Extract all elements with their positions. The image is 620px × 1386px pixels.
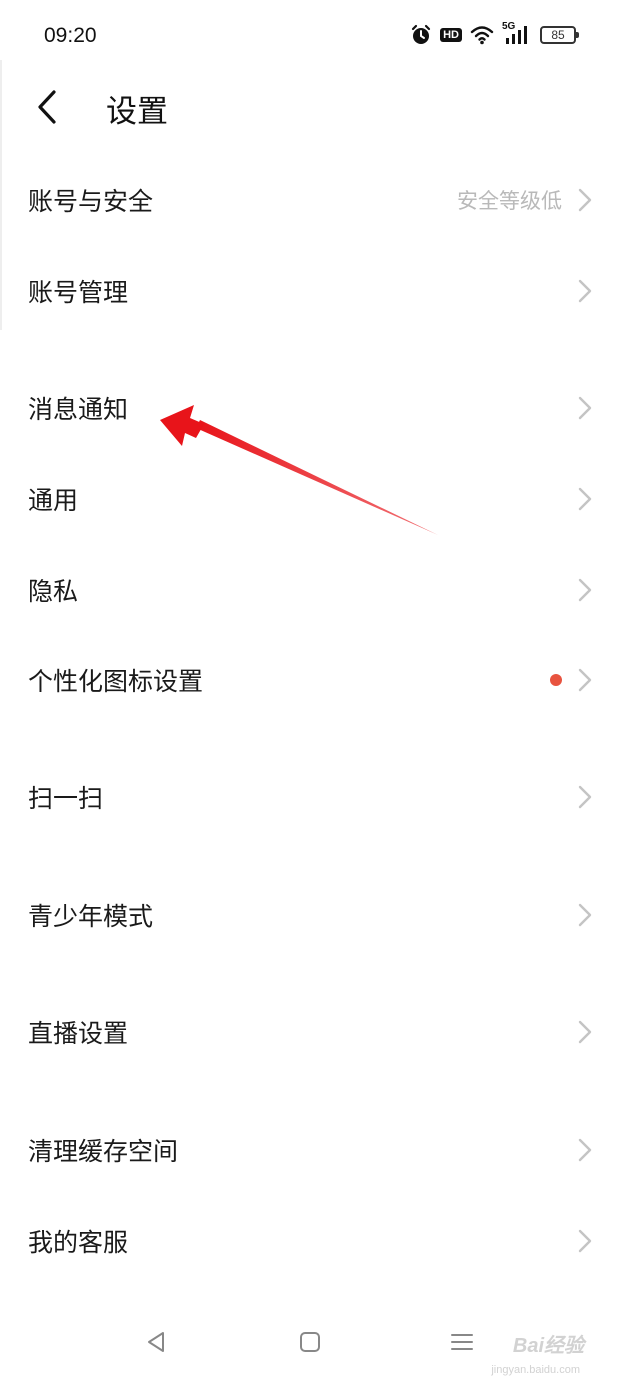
alarm-icon bbox=[410, 24, 432, 46]
page-title: 设置 bbox=[106, 94, 168, 130]
menu-item-label: 青少年模式 bbox=[28, 902, 154, 931]
menu-item-label: 消息通知 bbox=[28, 395, 129, 424]
back-button[interactable] bbox=[30, 84, 70, 130]
menu-item-label: 清理缓存空间 bbox=[28, 1137, 179, 1166]
chevron-right-icon bbox=[578, 396, 592, 420]
battery-icon: 85 bbox=[540, 26, 579, 44]
chevron-right-icon bbox=[578, 188, 592, 212]
header: 设置 bbox=[0, 72, 620, 142]
nav-home-button[interactable] bbox=[290, 1322, 330, 1362]
menu-item-custom-icon[interactable]: 个性化图标设置 bbox=[0, 635, 620, 725]
menu-item-notifications[interactable]: 消息通知 bbox=[0, 363, 620, 453]
menu-lines-icon bbox=[451, 1334, 473, 1350]
menu-item-label: 隐私 bbox=[28, 577, 79, 606]
chevron-right-icon bbox=[578, 578, 592, 602]
menu-item-teen-mode[interactable]: 青少年模式 bbox=[0, 870, 620, 960]
chevron-right-icon bbox=[578, 279, 592, 303]
menu-item-label: 个性化图标设置 bbox=[28, 667, 204, 696]
chevron-right-icon bbox=[578, 785, 592, 809]
system-nav-bar: Bai经验 jingyan.baidu.com bbox=[0, 1302, 620, 1386]
menu-item-general[interactable]: 通用 bbox=[0, 454, 620, 544]
menu-item-scan[interactable]: 扫一扫 bbox=[0, 752, 620, 842]
watermark-logo: Bai经验 bbox=[512, 1335, 584, 1357]
back-triangle-icon bbox=[148, 1332, 164, 1352]
menu-item-account-security[interactable]: 账号与安全 安全等级低 bbox=[0, 155, 620, 245]
menu-item-label: 我的客服 bbox=[28, 1228, 129, 1257]
chevron-right-icon bbox=[578, 487, 592, 511]
menu-item-privacy[interactable]: 隐私 bbox=[0, 545, 620, 635]
menu-item-label: 扫一扫 bbox=[28, 784, 104, 813]
menu-item-account-management[interactable]: 账号管理 bbox=[0, 246, 620, 336]
hd-icon: HD bbox=[440, 28, 462, 42]
5g-signal-icon: 5G bbox=[502, 21, 532, 46]
menu-item-live-settings[interactable]: 直播设置 bbox=[0, 987, 620, 1077]
wifi-icon bbox=[470, 25, 494, 45]
menu-item-label: 账号与安全 bbox=[28, 187, 154, 216]
status-bar: 09:20 HD 5G 85 bbox=[0, 0, 620, 72]
menu-item-clear-cache[interactable]: 清理缓存空间 bbox=[0, 1105, 620, 1195]
status-time: 09:20 bbox=[44, 24, 97, 47]
status-icons: HD 5G 85 bbox=[410, 21, 579, 46]
chevron-left-icon bbox=[38, 90, 56, 124]
chevron-right-icon bbox=[578, 1020, 592, 1044]
home-square-icon bbox=[300, 1332, 320, 1352]
nav-recents-button[interactable] bbox=[442, 1322, 482, 1362]
security-level-text: 安全等级低 bbox=[457, 189, 562, 213]
chevron-right-icon bbox=[578, 1229, 592, 1253]
chevron-right-icon bbox=[578, 668, 592, 692]
chevron-right-icon bbox=[578, 1138, 592, 1162]
red-dot-badge bbox=[550, 674, 562, 686]
menu-item-label: 直播设置 bbox=[28, 1019, 129, 1048]
chevron-right-icon bbox=[578, 903, 592, 927]
menu-item-customer-service[interactable]: 我的客服 bbox=[0, 1196, 620, 1286]
menu-item-label: 通用 bbox=[28, 486, 79, 515]
watermark-url: jingyan.baidu.com bbox=[491, 1364, 580, 1376]
nav-back-button[interactable] bbox=[136, 1322, 176, 1362]
menu-item-label: 账号管理 bbox=[28, 278, 129, 307]
